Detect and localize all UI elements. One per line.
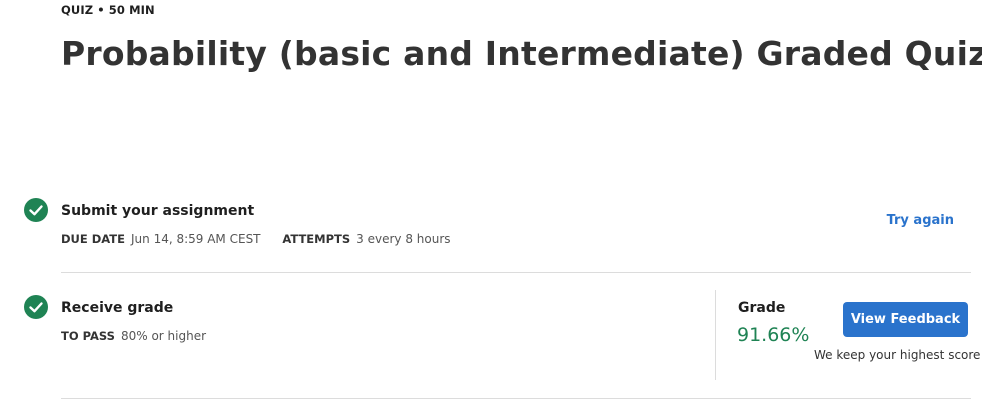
step-title-submit: Submit your assignment xyxy=(61,203,255,219)
check-circle-icon xyxy=(24,198,48,222)
divider xyxy=(61,272,971,273)
view-feedback-button[interactable]: View Feedback xyxy=(843,302,968,337)
step-meta-submit: DUE DATE Jun 14, 8:59 AM CEST ATTEMPTS 3 e… xyxy=(61,232,469,246)
due-date-label: DUE DATE xyxy=(61,232,125,246)
quiz-meta: QUIZ • 50 MIN xyxy=(61,3,155,17)
try-again-link[interactable]: Try again xyxy=(887,213,954,228)
due-date-value: Jun 14, 8:59 AM CEST xyxy=(131,232,261,246)
to-pass-label: TO PASS xyxy=(61,329,115,343)
step-title-grade: Receive grade xyxy=(61,300,174,316)
attempts-value: 3 every 8 hours xyxy=(356,232,451,246)
grade-label: Grade xyxy=(738,300,786,316)
grade-separator xyxy=(715,290,716,380)
to-pass-value: 80% or higher xyxy=(120,329,207,343)
divider xyxy=(61,398,971,399)
grade-value: 91.66% xyxy=(737,324,810,346)
highest-score-note: We keep your highest score xyxy=(814,348,981,362)
check-circle-icon xyxy=(24,295,48,319)
page-title: Probability (basic and Intermediate) Gra… xyxy=(61,34,982,73)
step-meta-grade: TO PASS 80% or higher xyxy=(61,329,224,343)
attempts-label: ATTEMPTS xyxy=(282,232,351,246)
